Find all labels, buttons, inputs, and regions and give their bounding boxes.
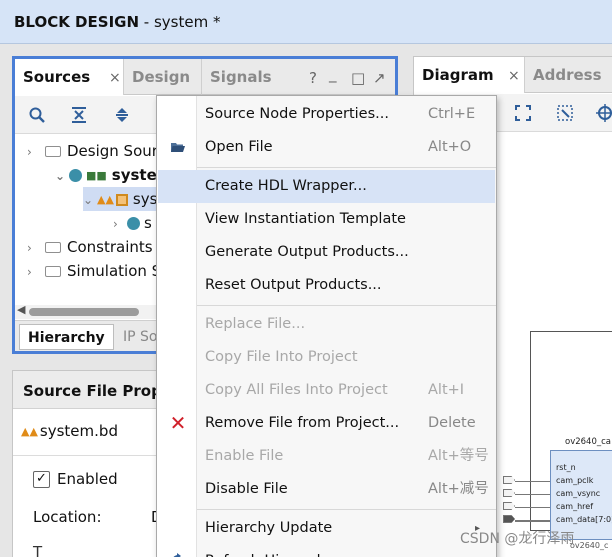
port-rst-n: rst_n (556, 463, 576, 472)
enabled-label: Enabled (57, 470, 118, 488)
menu-item-open-file[interactable]: Open File Alt+O (157, 131, 496, 164)
remove-icon: ✕ (169, 411, 187, 435)
restore-icon[interactable]: □ (351, 59, 365, 97)
sources-tabbar: Sources × Design Signals ? _ □ ↗ (15, 59, 395, 95)
properties-next-label: T (33, 543, 43, 557)
tab-design[interactable]: Design (123, 59, 207, 95)
crosshair-icon[interactable] (594, 102, 612, 124)
location-label: Location: (33, 508, 102, 526)
ip-instance-label: ov2640_c (570, 541, 609, 550)
folder-icon (45, 266, 61, 277)
context-menu: Source Node Properties... Ctrl+E Open Fi… (156, 95, 497, 557)
tab-sources[interactable]: Sources (15, 59, 123, 95)
port-cam-pclk: cam_pclk (556, 476, 594, 485)
properties-file: ▲▲ system.bd (21, 422, 118, 440)
float-icon[interactable]: ↗ (373, 59, 386, 97)
refresh-icon (169, 545, 187, 557)
menu-item-generate-output-products[interactable]: Generate Output Products... (157, 236, 496, 269)
close-icon[interactable]: × (508, 57, 520, 95)
menu-item-remove-file-from-project[interactable]: ✕ Remove File from Project... Delete (157, 407, 496, 440)
wire (515, 507, 550, 508)
help-icon[interactable]: ? (309, 59, 317, 97)
tab-signals[interactable]: Signals (201, 59, 281, 95)
menu-item-hierarchy-update[interactable]: Hierarchy Update ▸ (157, 512, 496, 545)
diagram-tabbar: Diagram × Address Ed (414, 57, 612, 120)
tab-address-editor[interactable]: Address Ed (524, 57, 612, 120)
enabled-checkbox[interactable]: ✓ (33, 471, 50, 488)
tree-item-constraints[interactable]: › Constraints (1 (27, 235, 173, 259)
menu-item-copy-all-files-into-project: Copy All Files Into Project Alt+I (205, 382, 465, 398)
expand-all-icon[interactable] (111, 104, 133, 126)
wire (515, 494, 550, 495)
menu-item-copy-file-into-project: Copy File Into Project (205, 349, 358, 365)
block-design-icon (115, 193, 128, 206)
hierarchy-triangle-icon: ▲▲ (21, 424, 38, 438)
menu-item-reset-output-products[interactable]: Reset Output Products... (157, 269, 496, 302)
scroll-left-icon[interactable]: ◀ (17, 303, 25, 316)
block-design-titlebar: BLOCK DESIGN - system * (0, 0, 612, 44)
tree-item-system-wrapper[interactable]: › s (113, 211, 152, 235)
port-cam-vsync: cam_vsync (556, 489, 601, 498)
tree-item-design-sources[interactable]: › Design Source (27, 139, 175, 163)
close-icon[interactable]: × (109, 59, 121, 97)
tree-item-simulation-sources[interactable]: › Simulation So (27, 259, 170, 283)
fit-view-icon[interactable] (512, 102, 534, 124)
port-cam-data: cam_data[7:0] (556, 515, 612, 524)
tab-hierarchy[interactable]: Hierarchy (19, 324, 114, 350)
scroll-thumb[interactable] (29, 308, 139, 316)
wire (515, 481, 550, 482)
menu-item-view-instantiation-template[interactable]: View Instantiation Template (157, 203, 496, 236)
port-cam-href: cam_href (556, 502, 594, 511)
menu-item-create-hdl-wrapper[interactable]: Create HDL Wrapper... (158, 170, 495, 203)
menu-separator (197, 305, 496, 306)
menu-item-replace-file: Replace File... (205, 316, 306, 332)
folder-icon (45, 146, 61, 157)
bus-wire (515, 520, 550, 522)
hierarchy-triangle-icon: ▲▲ (97, 192, 114, 206)
menu-item-refresh-hierarchy[interactable]: Refresh Hierarchy (157, 545, 496, 557)
menu-item-enable-file: Enable File Alt+等号 (205, 448, 489, 464)
hierarchy-icon: ■■ (86, 168, 107, 182)
watermark: CSDN @龙行泽雨 (460, 531, 575, 547)
source-dot-icon (127, 217, 140, 230)
source-dot-icon (69, 169, 82, 182)
collapse-all-icon[interactable] (68, 104, 90, 126)
folder-icon (45, 242, 61, 253)
minimize-icon[interactable]: _ (329, 55, 337, 93)
tree-item-system[interactable]: ⌄ ■■ system (55, 163, 172, 187)
folder-open-icon (169, 131, 187, 164)
zoom-area-icon[interactable] (554, 102, 576, 124)
menu-item-source-node-properties[interactable]: Source Node Properties... Ctrl+E (157, 98, 496, 131)
menu-item-disable-file[interactable]: Disable File Alt+减号 (157, 473, 496, 506)
window-title: BLOCK DESIGN - system * (14, 13, 221, 31)
menu-separator (197, 509, 496, 510)
ip-block-title: ov2640_ca (565, 437, 611, 447)
menu-separator (197, 167, 496, 168)
search-icon[interactable] (26, 104, 48, 126)
